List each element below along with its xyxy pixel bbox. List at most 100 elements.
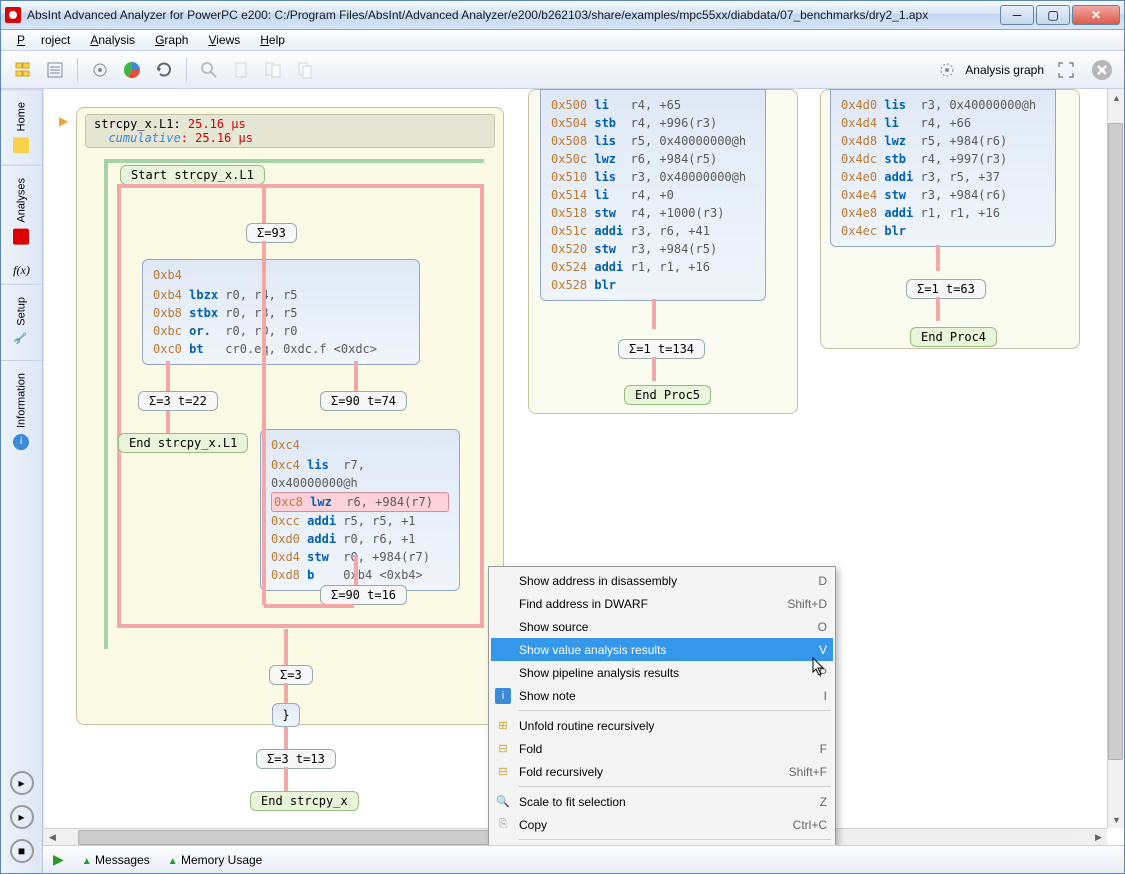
edge: [480, 184, 484, 628]
tool-refresh-icon[interactable]: [150, 56, 178, 84]
sidebar: Home Analyses f(x) 🔧Setup iInformation ▸…: [1, 89, 43, 873]
code-block-b4[interactable]: 0xb4 0xb4 lbzx r0, r4, r50xb8 stbx r0, r…: [142, 259, 420, 365]
edge: [117, 184, 484, 188]
stop-button[interactable]: ■: [10, 839, 34, 863]
start-node[interactable]: Start strcpy_x.L1: [120, 165, 265, 185]
app-window: AbsInt Advanced Analyzer for PowerPC e20…: [0, 0, 1125, 874]
play-button-2[interactable]: ▸: [10, 805, 34, 829]
minimize-button[interactable]: ─: [1000, 5, 1034, 25]
context-menu-item[interactable]: 🔍Scale to fit selectionZ: [491, 790, 833, 813]
brace-node[interactable]: }: [272, 703, 300, 727]
status-memory[interactable]: ▲ Memory Usage: [168, 853, 263, 867]
analysis-graph-icon: [937, 60, 957, 80]
sidebar-tab-setup[interactable]: 🔧Setup: [1, 284, 42, 360]
context-menu-separator: [519, 839, 831, 840]
statusbar: ▶ ▲ Messages ▲ Memory Usage: [43, 845, 1124, 873]
end-node[interactable]: End strcpy_x: [250, 791, 359, 811]
window-title: AbsInt Advanced Analyzer for PowerPC e20…: [27, 8, 998, 22]
menu-views[interactable]: Views: [200, 31, 248, 49]
edge: [936, 245, 940, 271]
edge: [166, 361, 170, 393]
toolbar-separator: [186, 58, 187, 82]
sigma-label: Σ=90 t=16: [320, 585, 407, 605]
context-menu-item[interactable]: iShow noteI: [491, 684, 833, 707]
edge: [117, 624, 482, 628]
tool-fullscreen-icon[interactable]: [1052, 56, 1080, 84]
context-menu-item[interactable]: Show value analysis resultsV: [491, 638, 833, 661]
sigma-label: Σ=1 t=134: [618, 339, 705, 359]
menubar: Project Analysis Graph Views Help: [1, 30, 1124, 51]
menu-graph[interactable]: Graph: [147, 31, 196, 49]
sigma-label: Σ=1 t=63: [906, 279, 986, 299]
play-button-1[interactable]: ▸: [10, 771, 34, 795]
window-controls: ─ ▢ ✕: [998, 5, 1120, 25]
tool-zoom-icon[interactable]: [195, 56, 223, 84]
code-block-proc4[interactable]: 0x4d0 lis r3, 0x40000000@h0x4d4 li r4, +…: [830, 89, 1056, 247]
context-menu-item[interactable]: Show address in disassemblyD: [491, 569, 833, 592]
tool-pie-icon[interactable]: [118, 56, 146, 84]
play-icon[interactable]: ▶: [53, 851, 64, 868]
context-menu-separator: [519, 786, 831, 787]
toolbar-mode-label: Analysis graph: [965, 63, 1044, 77]
vertical-scrollbar[interactable]: ▲ ▼: [1107, 89, 1124, 828]
fx-icon[interactable]: f(x): [13, 257, 30, 284]
sigma-label: Σ=90 t=74: [320, 391, 407, 411]
context-menu-item[interactable]: ⊟Fold recursivelyShift+F: [491, 760, 833, 783]
code-block-c4[interactable]: 0xc4 0xc4 lis r7, 0x40000000@h0xc8 lwz r…: [260, 429, 460, 591]
edge: [354, 361, 358, 393]
status-messages[interactable]: ▲ Messages: [82, 853, 150, 867]
sigma-label: Σ=3 t=22: [138, 391, 218, 411]
toolbar: Analysis graph: [1, 51, 1124, 89]
context-menu-item[interactable]: ➡Go to caller▸: [491, 843, 833, 845]
close-button[interactable]: ✕: [1072, 5, 1120, 25]
tool-list-icon[interactable]: [41, 56, 69, 84]
edge: [284, 629, 288, 669]
edge: [117, 185, 121, 625]
titlebar: AbsInt Advanced Analyzer for PowerPC e20…: [1, 1, 1124, 30]
sigma-label: Σ=3: [269, 665, 313, 685]
edge: [284, 767, 288, 791]
maximize-button[interactable]: ▢: [1036, 5, 1070, 25]
context-menu-item[interactable]: Show sourceO: [491, 615, 833, 638]
edge: [652, 299, 656, 329]
tool-close-panel-icon[interactable]: [1088, 56, 1116, 84]
context-menu-item[interactable]: Show pipeline analysis resultsP: [491, 661, 833, 684]
edge: [354, 555, 358, 587]
menu-project[interactable]: Project: [9, 31, 78, 49]
context-menu-item[interactable]: ⊞Unfold routine recursively: [491, 714, 833, 737]
end-node[interactable]: End Proc5: [624, 385, 711, 405]
edge: [652, 357, 656, 381]
tool-page2-icon[interactable]: [259, 56, 287, 84]
routine-strcpy[interactable]: ▶ strcpy_x.L1: 25.16 µs cumulative: 25.1…: [76, 107, 504, 725]
edge: [262, 185, 266, 225]
edge: [264, 604, 354, 608]
tool-target-icon[interactable]: [86, 56, 114, 84]
sidebar-tab-analyses[interactable]: Analyses: [1, 165, 42, 257]
menu-analysis[interactable]: Analysis: [82, 31, 143, 49]
edge: [104, 159, 484, 163]
context-menu: Show address in disassemblyDFind address…: [488, 566, 836, 845]
menu-help[interactable]: Help: [252, 31, 293, 49]
edge: [284, 727, 288, 751]
tool-page3-icon[interactable]: [291, 56, 319, 84]
context-menu-item[interactable]: Find address in DWARFShift+D: [491, 592, 833, 615]
sidebar-tab-home[interactable]: Home: [1, 89, 42, 165]
sigma-label: Σ=93: [246, 223, 297, 243]
tool-new-icon[interactable]: [9, 56, 37, 84]
app-icon: [5, 7, 21, 23]
edge: [104, 159, 108, 649]
main-panel: ▶ strcpy_x.L1: 25.16 µs cumulative: 25.1…: [43, 89, 1124, 873]
context-menu-item[interactable]: ⎘CopyCtrl+C: [491, 813, 833, 836]
routine-header: strcpy_x.L1: 25.16 µs cumulative: 25.16 …: [85, 114, 495, 148]
toolbar-separator: [77, 58, 78, 82]
tool-page-icon[interactable]: [227, 56, 255, 84]
end-node[interactable]: End strcpy_x.L1: [118, 433, 248, 453]
context-menu-separator: [519, 710, 831, 711]
sidebar-tab-information[interactable]: iInformation: [1, 360, 42, 462]
code-block-proc5[interactable]: 0x500 li r4, +650x504 stb r4, +996(r3)0x…: [540, 89, 766, 301]
context-menu-item[interactable]: ⊟FoldF: [491, 737, 833, 760]
edge: [262, 241, 266, 605]
edge: [284, 683, 288, 705]
end-node[interactable]: End Proc4: [910, 327, 997, 347]
edge: [936, 297, 940, 321]
